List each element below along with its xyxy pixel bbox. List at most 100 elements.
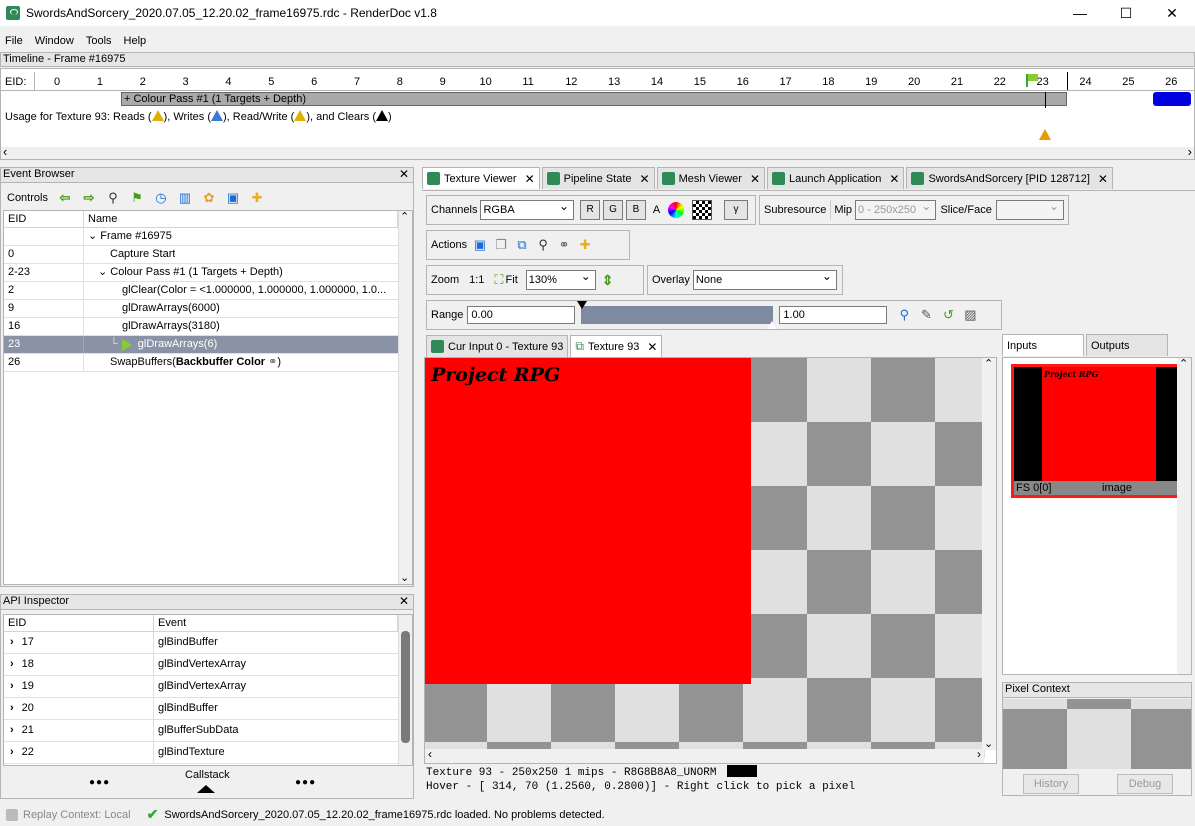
- mip-select[interactable]: 0 - 250x250: [855, 199, 937, 220]
- timeline-tick[interactable]: 13: [608, 76, 620, 88]
- timeline-tick[interactable]: 6: [311, 76, 317, 88]
- viewport-vscrollbar[interactable]: ⌃ ⌄: [982, 358, 996, 750]
- timeline-tick[interactable]: 24: [1079, 76, 1091, 88]
- close-icon[interactable]: ✕: [399, 595, 409, 608]
- timeline-tick[interactable]: 17: [779, 76, 791, 88]
- puzzle-icon[interactable]: ✚: [576, 236, 594, 254]
- timeline-tick[interactable]: 10: [480, 76, 492, 88]
- close-icon[interactable]: ✕: [889, 172, 899, 186]
- timeline-tick[interactable]: 15: [694, 76, 706, 88]
- inputs-scrollbar[interactable]: ⌃: [1177, 358, 1191, 674]
- zoom-select[interactable]: 130%: [525, 269, 596, 290]
- pixel-context-view[interactable]: [1003, 699, 1191, 769]
- channel-b-button[interactable]: B: [625, 200, 646, 220]
- close-icon[interactable]: ✕: [640, 172, 650, 186]
- channels-select[interactable]: RGBA: [480, 199, 575, 220]
- tab-launch-application[interactable]: Launch Application ✕: [767, 167, 905, 189]
- timeline-tick[interactable]: 16: [737, 76, 749, 88]
- event-tree-scrollbar[interactable]: ⌃ ⌄: [398, 211, 412, 584]
- save-icon[interactable]: ▣: [471, 236, 489, 254]
- api-row[interactable]: › 20 glBindBuffer: [4, 698, 412, 720]
- link-icon[interactable]: ⚭: [265, 356, 277, 368]
- channel-g-button[interactable]: G: [603, 200, 623, 220]
- menu-file[interactable]: File: [0, 35, 29, 47]
- timeline-tick[interactable]: 3: [183, 76, 189, 88]
- puzzle-icon[interactable]: ✚: [248, 189, 266, 207]
- timeline-tick[interactable]: 19: [865, 76, 877, 88]
- arrow-right-icon[interactable]: ⇨: [80, 189, 98, 207]
- tab-inputs[interactable]: Inputs: [1002, 334, 1084, 356]
- col-eid[interactable]: EID: [4, 211, 84, 227]
- timeline-tick[interactable]: 25: [1122, 76, 1134, 88]
- col-event[interactable]: Event: [154, 615, 398, 631]
- channel-r-button[interactable]: R: [580, 200, 601, 220]
- range-max-input[interactable]: 1.00: [779, 306, 888, 324]
- close-window-button[interactable]: ✕: [1149, 0, 1195, 26]
- api-row[interactable]: › 22 glBindTexture: [4, 742, 412, 764]
- timeline-tick[interactable]: 0: [54, 76, 60, 88]
- close-icon[interactable]: ✕: [525, 172, 535, 186]
- open-texture-icon[interactable]: ⧉: [513, 236, 531, 254]
- event-row-selected[interactable]: 23 └ glDrawArrays(6): [4, 336, 412, 354]
- expand-chevron-icon[interactable]: ›: [10, 658, 14, 670]
- timeline-tick[interactable]: 18: [822, 76, 834, 88]
- copy-icon[interactable]: ❐: [492, 236, 510, 254]
- timeline-tick[interactable]: 21: [951, 76, 963, 88]
- api-row[interactable]: › 17 glBindBuffer: [4, 632, 412, 654]
- texture-viewport[interactable]: Project RPG ⌃ ⌄ ‹ ›: [424, 357, 997, 764]
- event-row[interactable]: 16 glDrawArrays(3180): [4, 318, 412, 336]
- tab-texture-93[interactable]: ⧉ Texture 93 ✕: [570, 335, 663, 357]
- menu-help[interactable]: Help: [118, 35, 153, 47]
- gamma-button[interactable]: γ: [724, 200, 748, 220]
- tab-mesh-viewer[interactable]: Mesh Viewer ✕: [656, 167, 766, 189]
- auto-fit-icon[interactable]: ✎: [917, 306, 935, 324]
- input-thumbnail[interactable]: Project RPG FS 0[0] image: [1011, 364, 1187, 498]
- link-icon[interactable]: ⚭: [555, 236, 573, 254]
- maximize-button[interactable]: ☐: [1103, 0, 1149, 26]
- api-row[interactable]: › 18 glBindVertexArray: [4, 654, 412, 676]
- timeline-tick[interactable]: 11: [522, 76, 533, 88]
- binoculars-icon[interactable]: ⚲: [534, 236, 552, 254]
- tab-pipeline-state[interactable]: Pipeline State ✕: [541, 167, 655, 189]
- expand-chevron-icon[interactable]: ›: [10, 724, 14, 736]
- event-row[interactable]: 26 SwapBuffers(Backbuffer Color ⚭): [4, 354, 412, 372]
- checkerboard-icon[interactable]: [692, 200, 713, 220]
- channel-a-label[interactable]: A: [653, 204, 660, 216]
- expand-chevron-icon[interactable]: ›: [10, 746, 14, 758]
- timeline-tick[interactable]: 14: [651, 76, 663, 88]
- debug-button[interactable]: Debug: [1117, 774, 1173, 794]
- col-name[interactable]: Name: [84, 211, 398, 227]
- range-min-input[interactable]: 0.00: [467, 306, 576, 324]
- minimize-button[interactable]: —: [1057, 0, 1103, 26]
- range-max-handle[interactable]: [767, 321, 778, 329]
- timeline-scrollbar[interactable]: ‹ ›: [1, 144, 1194, 159]
- event-row[interactable]: ⌄ Frame #16975: [4, 228, 412, 246]
- reset-range-icon[interactable]: ↺: [939, 306, 957, 324]
- timeline-tick[interactable]: 4: [225, 76, 231, 88]
- tab-target-process[interactable]: SwordsAndSorcery [PID 128712] ✕: [906, 167, 1113, 189]
- close-icon[interactable]: ✕: [399, 168, 409, 181]
- arrow-left-icon[interactable]: ⇦: [56, 189, 74, 207]
- timeline-tick[interactable]: 8: [397, 76, 403, 88]
- expand-chevron-icon[interactable]: ›: [10, 636, 14, 648]
- timeline-tick[interactable]: 1: [97, 76, 103, 88]
- event-row[interactable]: 2-23 ⌄ Colour Pass #1 (1 Targets + Depth): [4, 264, 412, 282]
- timeline-tick[interactable]: 26: [1165, 76, 1177, 88]
- col-eid[interactable]: EID: [4, 615, 154, 631]
- gear-icon[interactable]: ✿: [200, 189, 218, 207]
- slice-face-select[interactable]: [995, 199, 1064, 220]
- expand-chevron-icon[interactable]: ›: [10, 702, 14, 714]
- histogram-icon[interactable]: ▨: [961, 306, 979, 324]
- expand-left-dots[interactable]: ●●●: [89, 777, 110, 788]
- replay-context-label[interactable]: Replay Context: Local: [23, 809, 131, 821]
- swapbuffers-marker[interactable]: [1153, 92, 1191, 106]
- timeline-tick[interactable]: 12: [565, 76, 577, 88]
- close-icon[interactable]: ✕: [1098, 172, 1108, 186]
- close-icon[interactable]: ✕: [647, 340, 657, 354]
- expand-chevron-icon[interactable]: ›: [10, 680, 14, 692]
- zoom-1-1-button[interactable]: 1:1: [469, 274, 484, 286]
- tab-texture-viewer[interactable]: Texture Viewer ✕: [422, 167, 540, 189]
- overlay-select[interactable]: None: [692, 269, 837, 290]
- menu-window[interactable]: Window: [29, 35, 80, 47]
- color-wheel-icon[interactable]: [668, 202, 685, 218]
